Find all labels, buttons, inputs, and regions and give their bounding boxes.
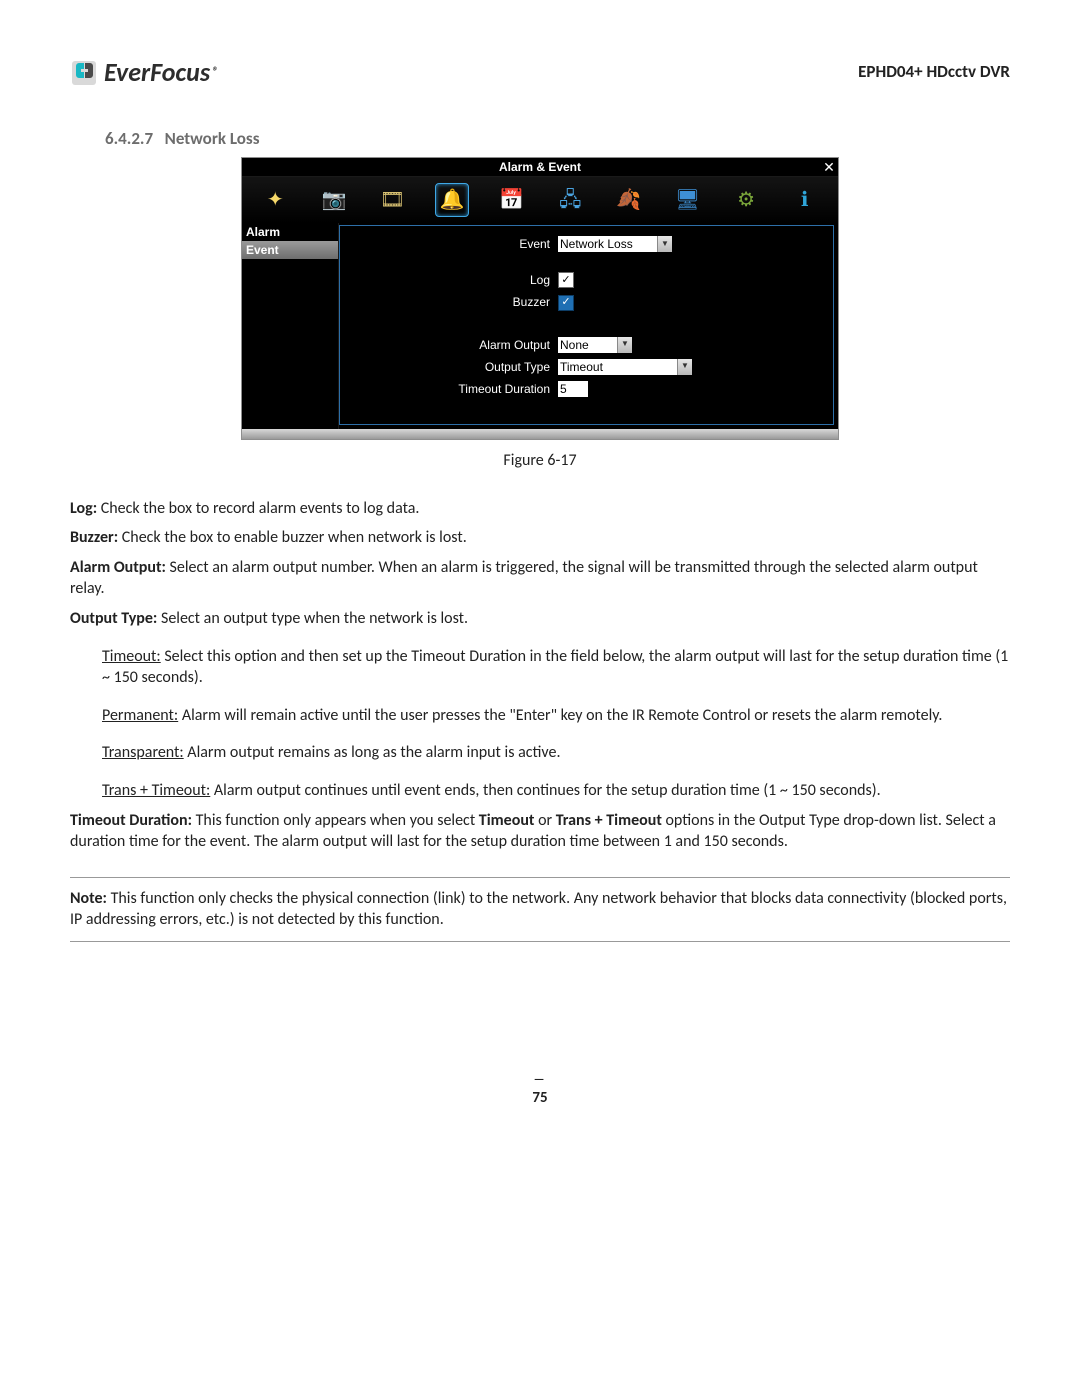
td-kw1: Timeout <box>479 811 535 830</box>
form-panel: Event Network Loss ▼ Log ✓ Buzzer ✓ Alar… <box>339 225 834 425</box>
output-type-text: Select an output type when the network i… <box>157 609 468 628</box>
chevron-down-icon: ▼ <box>617 337 632 353</box>
timeout-duration-label: Timeout Duration <box>350 381 550 397</box>
toolbar: ✦ 📷 🎞 🔔 📅 🖧 🍂 🖥 ⚙ ℹ <box>242 177 838 223</box>
schedule-icon[interactable]: 📅 <box>496 184 528 216</box>
alarm-output-select[interactable]: None ▼ <box>558 337 632 353</box>
td-text-b: or <box>534 811 555 830</box>
note-text: This function only checks the physical c… <box>70 889 1007 930</box>
buzzer-text: Check the box to enable buzzer when netw… <box>118 528 467 547</box>
section-title: Network Loss <box>165 128 260 149</box>
transparent-text: Alarm output remains as long as the alar… <box>184 743 561 762</box>
camera-icon[interactable]: 📷 <box>318 184 350 216</box>
section-number: 6.4.2.7 <box>105 128 153 149</box>
para-trans-timeout: Trans + Timeout: Alarm output continues … <box>102 780 1010 802</box>
sidebar-item-event[interactable]: Event <box>242 241 338 259</box>
logo-registered: ® <box>212 64 218 80</box>
film-icon[interactable]: 🎞 <box>376 184 408 216</box>
permanent-term: Permanent: <box>102 706 178 725</box>
section-heading: 6.4.2.7 Network Loss <box>105 128 1010 151</box>
log-term: Log: <box>70 499 97 518</box>
chevron-down-icon: ▼ <box>657 236 672 252</box>
event-label: Event <box>350 236 550 252</box>
note-rule-top <box>70 877 1010 878</box>
alarm-output-term: Alarm Output: <box>70 558 166 577</box>
logo-text: EverFocus <box>104 55 210 90</box>
figure-caption: Figure 6-17 <box>70 450 1010 472</box>
output-type-term: Output Type: <box>70 609 157 628</box>
output-type-select[interactable]: Timeout ▼ <box>558 359 692 375</box>
note-term: Note: <box>70 889 107 908</box>
timeout-text: Select this option and then set up the T… <box>102 647 1008 688</box>
td-kw2: Trans + Timeout <box>556 811 662 830</box>
buzzer-label: Buzzer <box>350 294 550 310</box>
page-number-value: 75 <box>532 1089 547 1107</box>
buzzer-term: Buzzer: <box>70 528 118 547</box>
gear-icon[interactable]: ⚙ <box>730 184 762 216</box>
info-icon[interactable]: ℹ <box>789 184 821 216</box>
sparkle-icon[interactable]: ✦ <box>259 184 291 216</box>
product-title: EPHD04+ HDcctv DVR <box>858 61 1010 84</box>
trans-timeout-term: Trans + Timeout: <box>102 781 210 800</box>
close-icon[interactable]: ✕ <box>820 158 838 176</box>
chevron-down-icon: ▼ <box>677 359 692 375</box>
event-select[interactable]: Network Loss ▼ <box>558 236 672 252</box>
network-icon[interactable]: 🖧 <box>554 184 586 216</box>
window-titlebar: Alarm & Event ✕ <box>242 158 838 177</box>
alarm-output-label: Alarm Output <box>350 337 550 353</box>
td-text-a: This function only appears when you sele… <box>192 811 479 830</box>
sidebar: Alarm Event <box>242 223 339 429</box>
transparent-term: Transparent: <box>102 743 184 762</box>
status-bar <box>242 429 838 439</box>
event-value: Network Loss <box>560 236 633 252</box>
sidebar-item-alarm[interactable]: Alarm <box>242 223 338 241</box>
page-header: EverFocus ® EPHD04+ HDcctv DVR <box>70 55 1010 90</box>
trans-timeout-text: Alarm output continues until event ends,… <box>210 781 880 800</box>
para-transparent: Transparent: Alarm output remains as lon… <box>102 742 1010 764</box>
log-checkbox[interactable]: ✓ <box>558 272 574 288</box>
bell-icon[interactable]: 🔔 <box>435 183 469 217</box>
page-number: — 75 <box>70 1072 1010 1108</box>
alarm-event-window: Alarm & Event ✕ ✦ 📷 🎞 🔔 📅 🖧 🍂 🖥 ⚙ ℹ Alar… <box>241 157 839 440</box>
para-log: Log: Check the box to record alarm event… <box>70 498 1010 520</box>
para-note: Note: This function only checks the phys… <box>70 888 1010 931</box>
para-output-type: Output Type: Select an output type when … <box>70 608 1010 630</box>
display-icon[interactable]: 🖥 <box>671 184 703 216</box>
timeout-duration-term: Timeout Duration: <box>70 811 192 830</box>
buzzer-checkbox[interactable]: ✓ <box>558 295 574 311</box>
para-alarm-output: Alarm Output: Select an alarm output num… <box>70 557 1010 600</box>
window-title: Alarm & Event <box>242 159 838 175</box>
para-timeout-duration: Timeout Duration: This function only app… <box>70 810 1010 853</box>
para-buzzer: Buzzer: Check the box to enable buzzer w… <box>70 527 1010 549</box>
para-timeout: Timeout: Select this option and then set… <box>102 646 1010 689</box>
output-type-value: Timeout <box>560 359 603 375</box>
timeout-term: Timeout: <box>102 647 161 666</box>
logo: EverFocus ® <box>70 55 218 90</box>
log-text: Check the box to record alarm events to … <box>97 499 419 518</box>
alarm-output-value: None <box>560 337 589 353</box>
permanent-text: Alarm will remain active until the user … <box>178 706 942 725</box>
timeout-duration-value: 5 <box>560 381 567 397</box>
alarm-output-text: Select an alarm output number. When an a… <box>70 558 978 599</box>
output-type-label: Output Type <box>350 359 550 375</box>
timeout-duration-input[interactable]: 5 <box>558 381 588 397</box>
log-label: Log <box>350 272 550 288</box>
note-rule-bottom <box>70 941 1010 942</box>
para-permanent: Permanent: Alarm will remain active unti… <box>102 705 1010 727</box>
logo-mark-icon <box>70 59 98 87</box>
leaf-icon[interactable]: 🍂 <box>613 184 645 216</box>
